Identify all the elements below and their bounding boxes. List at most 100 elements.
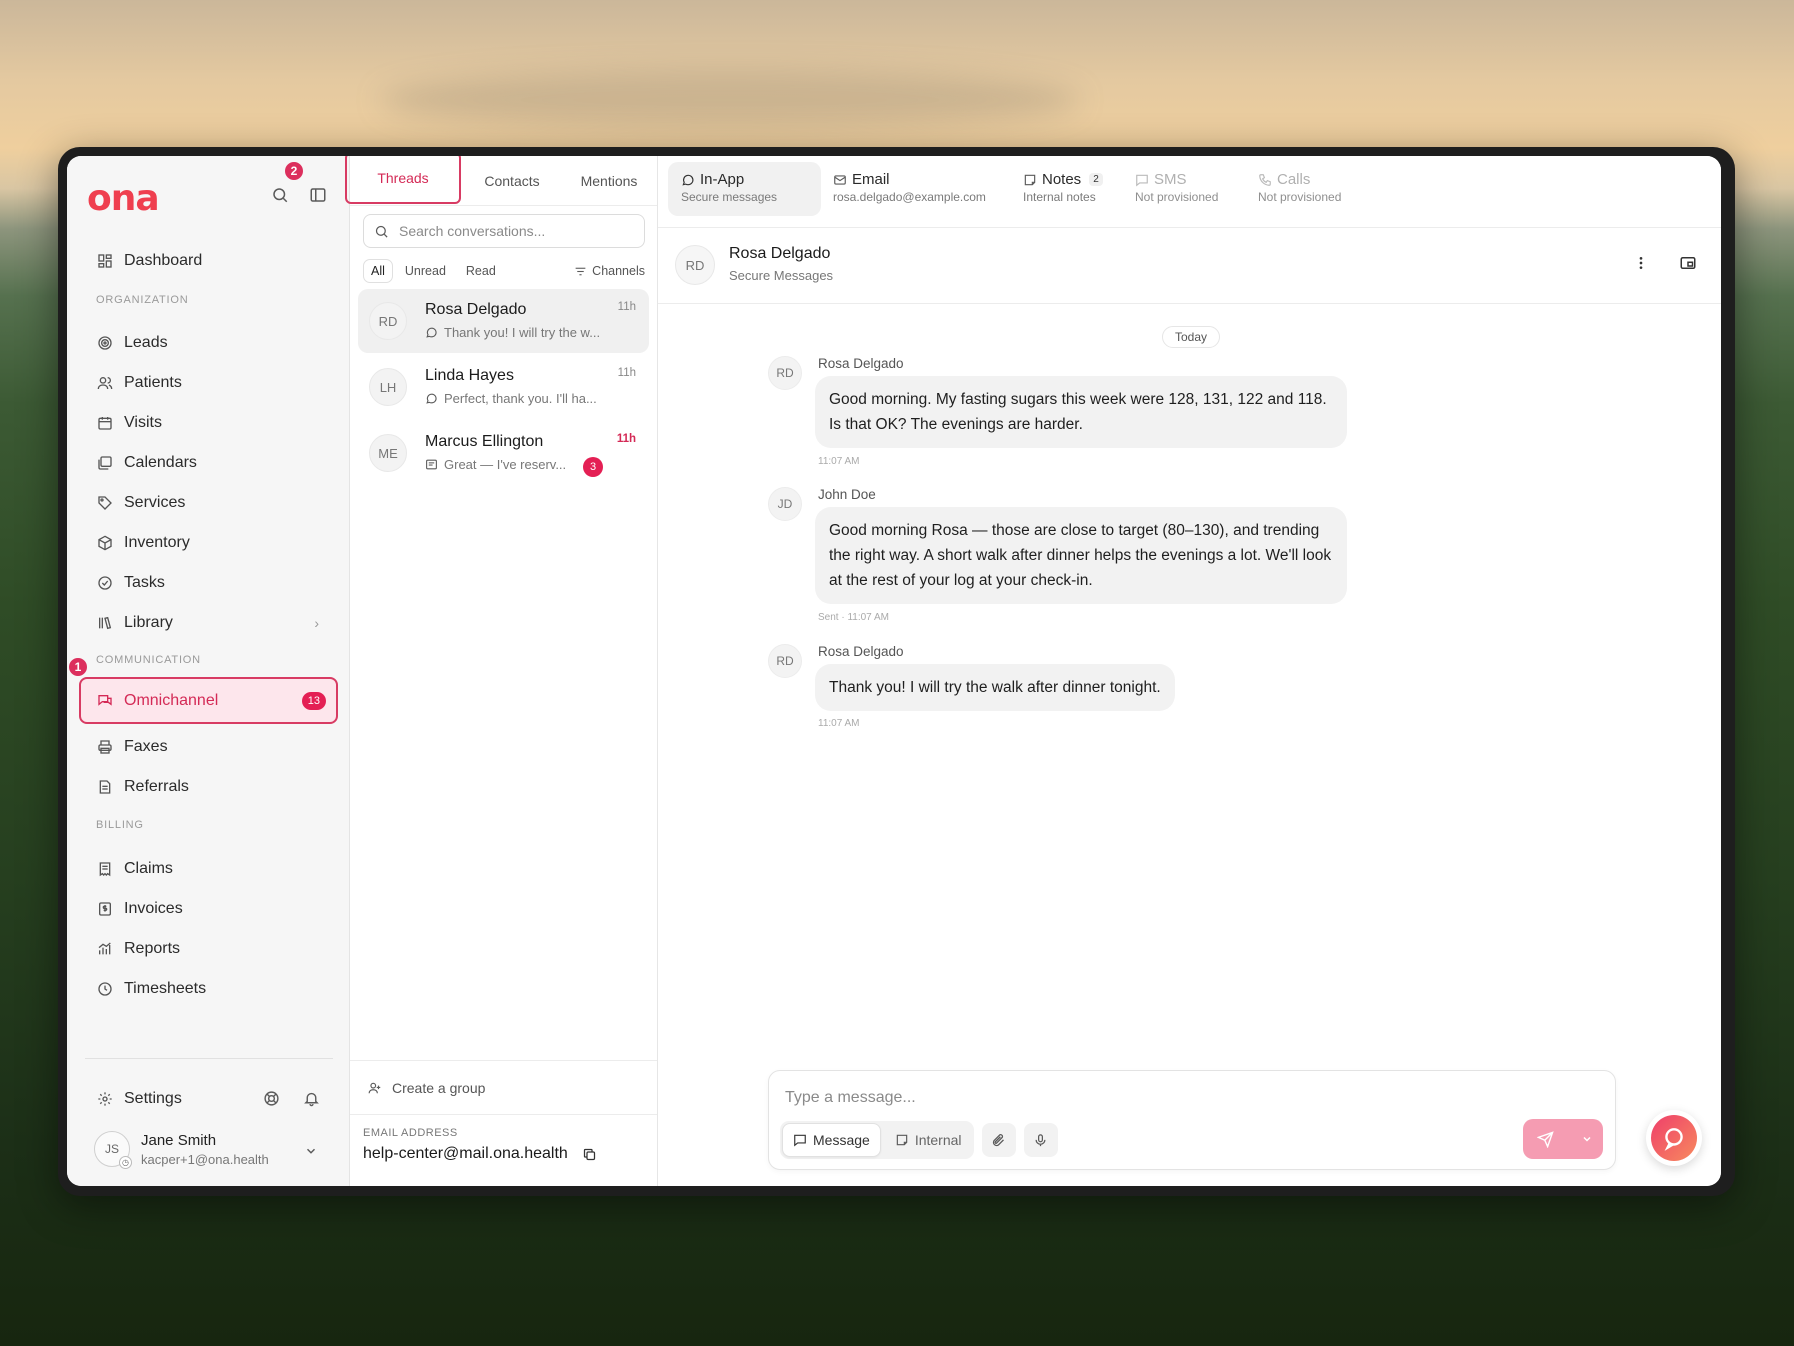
- background-cloud: [380, 70, 1080, 130]
- app-window: ona 2 Dashboard ORGANIZATION Leads Patie…: [58, 147, 1735, 1196]
- document-icon: [96, 779, 113, 796]
- internal-mode-button[interactable]: Internal: [884, 1123, 972, 1157]
- calendars-icon: [96, 455, 113, 472]
- sidebar-item-settings[interactable]: Settings: [85, 1080, 337, 1118]
- annotation-badge-1: 1: [67, 656, 89, 678]
- search-icon[interactable]: [271, 186, 289, 204]
- sidebar-item-label: Library: [124, 614, 173, 631]
- bell-icon[interactable]: [303, 1090, 320, 1107]
- notes-count-badge: 2: [1089, 173, 1103, 186]
- tab-threads[interactable]: Threads: [345, 156, 461, 204]
- sidebar-item-label: Tasks: [124, 574, 165, 591]
- send-button[interactable]: [1523, 1119, 1603, 1159]
- clock-icon: [96, 981, 113, 998]
- sidebar-item-faxes[interactable]: Faxes: [85, 728, 337, 766]
- channel-tab-in-app[interactable]: In-App Secure messages: [668, 162, 821, 216]
- grid-icon: [96, 253, 113, 270]
- thread-time: 11h: [617, 367, 636, 379]
- library-icon: [96, 615, 113, 632]
- channel-tab-sms: SMS Not provisioned: [1135, 171, 1219, 204]
- channel-tab-email[interactable]: Email rosa.delgado@example.com: [820, 162, 999, 216]
- tag-icon: [96, 495, 113, 512]
- attach-button[interactable]: [981, 1123, 1016, 1157]
- panel-icon[interactable]: [1679, 254, 1697, 272]
- threads-panel: Threads Contacts Mentions Search convers…: [345, 156, 660, 1186]
- sidebar-item-visits[interactable]: Visits: [85, 404, 337, 442]
- chevron-down-icon[interactable]: [304, 1144, 318, 1158]
- sidebar-item-label: Invoices: [124, 900, 183, 917]
- sidebar-item-invoices[interactable]: Invoices: [85, 890, 337, 928]
- contact-name: Rosa Delgado: [729, 245, 831, 262]
- sidebar-item-referrals[interactable]: Referrals: [85, 768, 337, 806]
- sidebar-item-label: Visits: [124, 414, 162, 431]
- sidebar-item-claims[interactable]: Claims: [85, 850, 337, 888]
- chart-icon: [96, 941, 113, 958]
- tab-contacts[interactable]: Contacts: [461, 173, 563, 189]
- avatar: RD: [768, 356, 802, 390]
- sidebar-item-label: Referrals: [124, 778, 189, 795]
- message-author: Rosa Delgado: [818, 356, 904, 371]
- sidebar-item-tasks[interactable]: Tasks: [85, 564, 337, 602]
- channel-tabs: In-App Secure messages Email rosa.delgad…: [658, 156, 1721, 228]
- tab-mentions[interactable]: Mentions: [558, 173, 660, 189]
- help-lifebuoy-icon[interactable]: [263, 1090, 280, 1107]
- sidebar-divider: [85, 1058, 333, 1059]
- email-label: EMAIL ADDRESS: [363, 1127, 458, 1139]
- sidebar-item-services[interactable]: Services: [85, 484, 337, 522]
- more-vertical-icon[interactable]: [1633, 255, 1649, 271]
- voice-button[interactable]: [1023, 1123, 1058, 1157]
- chevron-down-icon[interactable]: [1581, 1133, 1593, 1145]
- sidebar-item-reports[interactable]: Reports: [85, 930, 337, 968]
- channels-filter-button[interactable]: Channels: [574, 264, 645, 278]
- user-profile[interactable]: JS ◷ Jane Smith kacper+1@ona.health: [94, 1131, 269, 1169]
- mode-toggle: Message Internal: [780, 1121, 974, 1159]
- users-icon: [368, 1081, 382, 1095]
- sidebar-item-label: Omnichannel: [124, 691, 219, 709]
- message-author: Rosa Delgado: [818, 644, 904, 659]
- note-icon: [1023, 173, 1037, 187]
- filter-read[interactable]: Read: [466, 264, 496, 278]
- sidebar-item-label: Leads: [124, 334, 168, 351]
- filter-unread[interactable]: Unread: [405, 264, 446, 278]
- message-time: Sent · 11:07 AM: [818, 612, 889, 623]
- filter-icon: [574, 265, 587, 278]
- sidebar-item-patients[interactable]: Patients: [85, 364, 337, 402]
- chat-bubble-icon: [425, 392, 438, 405]
- sidebar-item-library[interactable]: Library ›: [85, 604, 337, 642]
- message-input[interactable]: Type a message...: [785, 1089, 916, 1107]
- logo[interactable]: ona: [87, 178, 160, 219]
- message-mode-button[interactable]: Message: [782, 1123, 881, 1157]
- thread-item[interactable]: ME Marcus Ellington 11h Great — I've res…: [358, 421, 649, 485]
- note-icon: [425, 458, 438, 471]
- sidebar-item-label: Inventory: [124, 534, 190, 551]
- sidebar-toggle-icon[interactable]: [309, 186, 327, 204]
- sidebar-item-inventory[interactable]: Inventory: [85, 524, 337, 562]
- unread-count-badge: 3: [583, 457, 603, 477]
- thread-item[interactable]: LH Linda Hayes 11h Perfect, thank you. I…: [358, 355, 649, 419]
- thread-item[interactable]: RD Rosa Delgado 11h Thank you! I will tr…: [358, 289, 649, 353]
- chat-bubble-icon: [425, 326, 438, 339]
- avatar: JS ◷: [94, 1131, 132, 1169]
- message-square-icon: [1135, 173, 1149, 187]
- create-group-button[interactable]: Create a group: [350, 1060, 657, 1114]
- chat-bubble-icon: [681, 173, 695, 187]
- avatar: RD: [675, 245, 715, 285]
- filter-all[interactable]: All: [363, 259, 393, 283]
- sidebar-item-calendars[interactable]: Calendars: [85, 444, 337, 482]
- assistant-icon: [1651, 1115, 1697, 1161]
- search-input[interactable]: Search conversations...: [363, 214, 645, 248]
- sidebar-item-timesheets[interactable]: Timesheets: [85, 970, 337, 1008]
- message-bubble: Good morning. My fasting sugars this wee…: [815, 376, 1347, 448]
- copy-icon[interactable]: [582, 1147, 597, 1162]
- calendar-icon: [96, 415, 113, 432]
- assistant-button[interactable]: [1646, 1110, 1702, 1166]
- thread-preview: Great — I've reserv...: [425, 457, 575, 472]
- sidebar-item-label: Settings: [124, 1090, 182, 1107]
- channel-tab-notes[interactable]: Notes 2 Internal notes: [1010, 162, 1116, 216]
- sidebar-item-omnichannel[interactable]: Omnichannel 13: [79, 677, 338, 724]
- sidebar-item-dashboard[interactable]: Dashboard: [85, 242, 337, 280]
- chat-icon: [96, 692, 113, 709]
- user-name: Jane Smith: [141, 1131, 217, 1149]
- message-bubble: Thank you! I will try the walk after din…: [815, 664, 1175, 711]
- sidebar-item-leads[interactable]: Leads: [85, 324, 337, 362]
